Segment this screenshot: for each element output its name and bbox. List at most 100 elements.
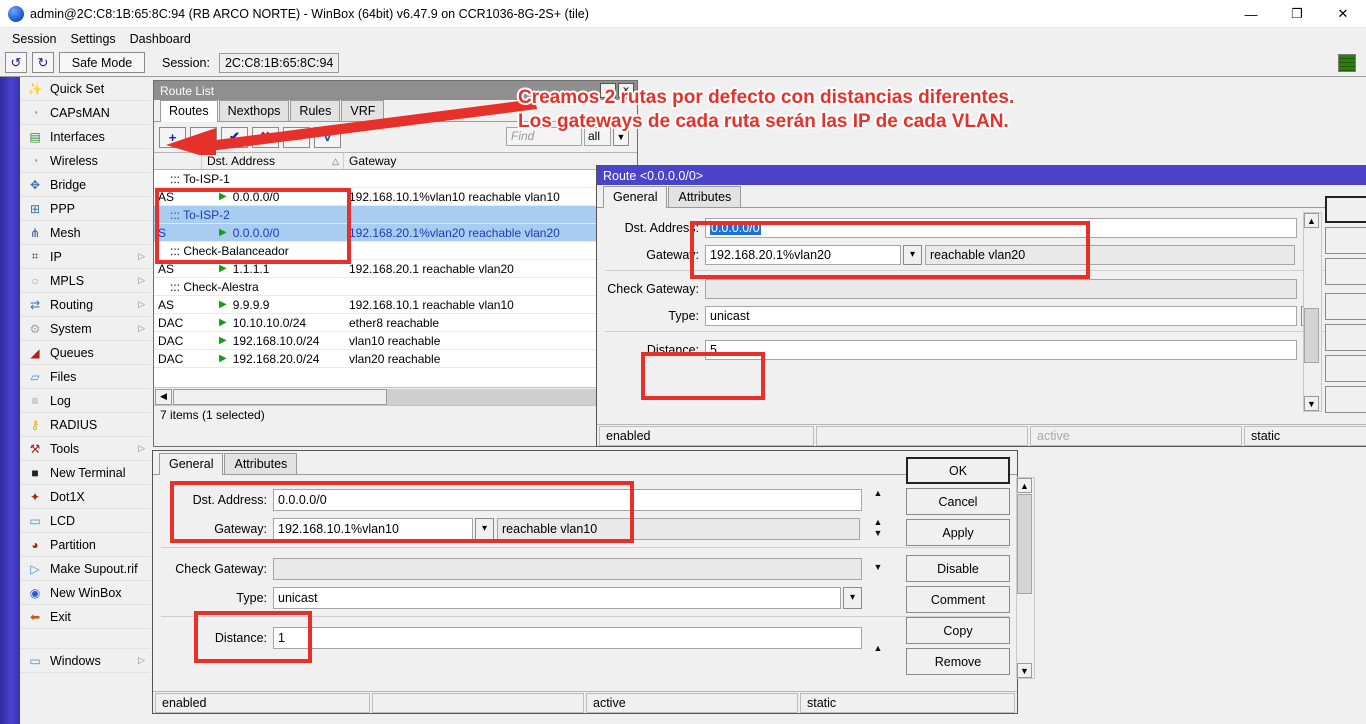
sidebar-item-mpls[interactable]: ○MPLS▷ bbox=[20, 269, 150, 293]
route-comment-row[interactable]: ::: To-ISP-2 bbox=[154, 206, 637, 224]
sidebar-item-dot1x[interactable]: ✦Dot1X bbox=[20, 485, 150, 509]
copy-button[interactable]: Copy bbox=[906, 617, 1010, 644]
tab-routes[interactable]: Routes bbox=[160, 100, 218, 122]
route-row[interactable]: AS▶9.9.9.9192.168.10.1 reachable vlan10 bbox=[154, 296, 637, 314]
safe-mode-button[interactable]: Safe Mode bbox=[59, 52, 145, 73]
sidebar-item-files[interactable]: ▱Files bbox=[20, 365, 150, 389]
comment-button[interactable]: Comment bbox=[906, 586, 1010, 613]
sidebar-item-bridge[interactable]: ✥Bridge bbox=[20, 173, 150, 197]
route-row[interactable]: AS▶1.1.1.1192.168.20.1 reachable vlan20 bbox=[154, 260, 637, 278]
spinner-up-icon[interactable]: ▲ bbox=[871, 487, 885, 498]
sidebar-item-lcd[interactable]: ▭LCD bbox=[20, 509, 150, 533]
vscroll-thumb[interactable] bbox=[1304, 308, 1319, 363]
filter-button[interactable]: ∇ bbox=[314, 127, 341, 148]
hscroll-thumb[interactable] bbox=[173, 389, 387, 405]
sidebar-item-quick-set[interactable]: ✨Quick Set bbox=[20, 77, 150, 101]
sidebar-item-partition[interactable]: ◕Partition bbox=[20, 533, 150, 557]
sidebar-item-routing[interactable]: ⇄Routing▷ bbox=[20, 293, 150, 317]
apply-button[interactable] bbox=[1325, 258, 1366, 285]
distance-spinner[interactable]: ▲ bbox=[871, 642, 885, 653]
sidebar-item-windows[interactable]: ▭Windows▷ bbox=[20, 649, 150, 673]
hscroll-track[interactable] bbox=[173, 389, 636, 405]
route-row[interactable]: DAC▶192.168.10.0/24vlan10 reachable bbox=[154, 332, 637, 350]
sidebar-item-capsman[interactable]: ◔CAPsMAN bbox=[20, 101, 150, 125]
spinner-up-icon[interactable]: ▲ bbox=[871, 642, 885, 653]
remove-route-button[interactable]: — bbox=[190, 127, 217, 148]
type-dropdown-icon[interactable]: ▾ bbox=[843, 587, 862, 609]
redo-icon[interactable]: ↻ bbox=[32, 52, 54, 73]
tab-nexthops[interactable]: Nexthops bbox=[219, 100, 290, 121]
menu-settings[interactable]: Settings bbox=[63, 30, 122, 48]
check-gateway-input[interactable] bbox=[705, 279, 1297, 299]
dst-address-spinner[interactable]: ▲ bbox=[871, 487, 885, 498]
comment-route-button[interactable]: ▭ bbox=[283, 127, 310, 148]
column-dst-address[interactable]: Dst. Address △ bbox=[202, 153, 344, 169]
chevron-down-icon[interactable]: ▼ bbox=[871, 561, 885, 572]
maximize-icon[interactable]: ❐ bbox=[1274, 0, 1320, 28]
scroll-left-icon[interactable]: ◀ bbox=[155, 389, 172, 405]
cancel-button[interactable] bbox=[1325, 227, 1366, 254]
close-icon[interactable]: ✕ bbox=[1320, 0, 1366, 28]
type-input[interactable]: unicast bbox=[705, 306, 1297, 326]
sidebar-item-make-supout-rif[interactable]: ▷Make Supout.rif bbox=[20, 557, 150, 581]
remove-button[interactable] bbox=[1325, 386, 1366, 413]
route-dialog-bottom-vscrollbar[interactable]: ▲ ▼ bbox=[1016, 477, 1035, 679]
distance-input[interactable]: 5 bbox=[705, 340, 1297, 360]
sidebar-item-ip[interactable]: ⌗IP▷ bbox=[20, 245, 150, 269]
minimize-icon[interactable]: — bbox=[1228, 0, 1274, 28]
disable-route-button[interactable]: ✖ bbox=[252, 127, 279, 148]
distance-input[interactable]: 1 bbox=[273, 627, 862, 649]
comment-button[interactable] bbox=[1325, 324, 1366, 351]
disable-button[interactable] bbox=[1325, 293, 1366, 320]
copy-button[interactable] bbox=[1325, 355, 1366, 382]
ok-button[interactable] bbox=[1325, 196, 1366, 223]
sidebar-item-ppp[interactable]: ⊞PPP bbox=[20, 197, 150, 221]
route-row[interactable]: S▶0.0.0.0/0192.168.20.1%vlan20 reachable… bbox=[154, 224, 637, 242]
gateway-input[interactable]: 192.168.20.1%vlan20 bbox=[705, 245, 901, 265]
gateway-dropdown-icon[interactable]: ▾ bbox=[475, 518, 494, 540]
sidebar-item-log[interactable]: ≡Log bbox=[20, 389, 150, 413]
route-dialog-top-tab-attributes[interactable]: Attributes bbox=[668, 186, 741, 207]
enable-route-button[interactable]: ✔ bbox=[221, 127, 248, 148]
route-comment-row[interactable]: ::: To-ISP-1 bbox=[154, 170, 637, 188]
scroll-up-icon[interactable]: ▲ bbox=[1304, 213, 1319, 228]
route-row[interactable]: DAC▶10.10.10.0/24ether8 reachable bbox=[154, 314, 637, 332]
sidebar-item-mesh[interactable]: ⋔Mesh bbox=[20, 221, 150, 245]
menu-session[interactable]: Session bbox=[5, 30, 63, 48]
route-row[interactable]: AS▶0.0.0.0/0192.168.10.1%vlan10 reachabl… bbox=[154, 188, 637, 206]
sidebar-item-new-winbox[interactable]: ◉New WinBox bbox=[20, 581, 150, 605]
ok-button[interactable]: OK bbox=[906, 457, 1010, 484]
tab-vrf[interactable]: VRF bbox=[341, 100, 384, 121]
scroll-up-icon[interactable]: ▲ bbox=[1017, 478, 1032, 493]
scroll-down-icon[interactable]: ▼ bbox=[1017, 663, 1032, 678]
route-dialog-bottom-tab-general[interactable]: General bbox=[159, 453, 223, 475]
sidebar-item-interfaces[interactable]: ▤Interfaces bbox=[20, 125, 150, 149]
sidebar-item-queues[interactable]: ◢Queues bbox=[20, 341, 150, 365]
vscroll-thumb[interactable] bbox=[1017, 494, 1032, 594]
sidebar-item-new-terminal[interactable]: ■New Terminal bbox=[20, 461, 150, 485]
disable-button[interactable]: Disable bbox=[906, 555, 1010, 582]
sidebar-item-wireless[interactable]: ◔Wireless bbox=[20, 149, 150, 173]
check-gateway-dropdown[interactable]: ▼ bbox=[871, 561, 885, 572]
dst-address-input[interactable]: 0.0.0.0/0 bbox=[273, 489, 862, 511]
spinner-down-icon[interactable]: ▼ bbox=[871, 527, 885, 538]
route-comment-row[interactable]: ::: Check-Balanceador bbox=[154, 242, 637, 260]
gateway-spinner[interactable]: ▲ ▼ bbox=[871, 516, 885, 538]
route-dialog-top-tab-general[interactable]: General bbox=[603, 186, 667, 208]
route-comment-row[interactable]: ::: Check-Alestra bbox=[154, 278, 637, 296]
sidebar-item-exit[interactable]: ⬅Exit bbox=[20, 605, 150, 629]
undo-icon[interactable]: ↺ bbox=[5, 52, 27, 73]
route-row[interactable]: DAC▶192.168.20.0/24vlan20 reachable bbox=[154, 350, 637, 368]
check-gateway-input[interactable] bbox=[273, 558, 862, 580]
scroll-down-icon[interactable]: ▼ bbox=[1304, 396, 1319, 411]
sidebar-item-tools[interactable]: ⚒Tools▷ bbox=[20, 437, 150, 461]
session-value[interactable]: 2C:C8:1B:65:8C:94 bbox=[219, 53, 339, 73]
sidebar-item-radius[interactable]: ⚷RADIUS bbox=[20, 413, 150, 437]
sidebar-item-system[interactable]: ⚙System▷ bbox=[20, 317, 150, 341]
dst-address-input[interactable]: 0.0.0.0/0 bbox=[705, 218, 1297, 238]
tab-rules[interactable]: Rules bbox=[290, 100, 340, 121]
gateway-input[interactable]: 192.168.10.1%vlan10 bbox=[273, 518, 473, 540]
route-dialog-top-vscrollbar[interactable]: ▲ ▼ bbox=[1303, 212, 1322, 412]
remove-button[interactable]: Remove bbox=[906, 648, 1010, 675]
add-route-button[interactable]: + bbox=[159, 127, 186, 148]
